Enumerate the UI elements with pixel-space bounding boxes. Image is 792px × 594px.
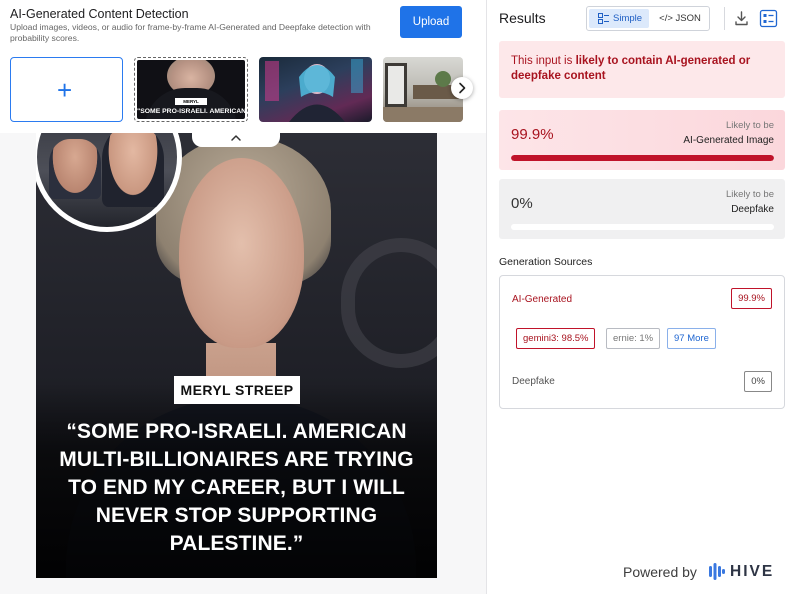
collapse-thumbnails-toggle[interactable]	[192, 130, 280, 147]
ai-generated-score-card: 99.9% Likely to be AI-Generated Image	[499, 110, 785, 170]
ai-generated-label-main: AI-Generated Image	[683, 135, 774, 146]
verdict-prefix: This input is	[511, 55, 576, 67]
verdict-banner: This input is likely to contain AI-gener…	[499, 41, 785, 98]
thumbnail-image: MERYL STREEP "SOME PRO-ISRAELI. AMERICAN	[137, 60, 245, 119]
thumbnail-name-tag: MERYL STREEP	[175, 98, 207, 111]
source-chip-ernie[interactable]: ernie: 1%	[606, 328, 661, 349]
add-media-tile[interactable]: +	[10, 57, 123, 122]
upload-button[interactable]: Upload	[400, 6, 462, 38]
hive-logo-icon	[709, 563, 725, 580]
source-chip-gemini3[interactable]: gemini3: 98.5%	[516, 328, 596, 349]
deepfake-label-main: Deepfake	[731, 204, 774, 215]
chevron-right-icon	[459, 82, 466, 94]
thumbnail-image	[265, 59, 363, 122]
generation-sources-title: Generation Sources	[499, 256, 593, 268]
deepfake-source-badge: 0%	[744, 371, 772, 392]
deepfake-score-card: 0% Likely to be Deepfake	[499, 179, 785, 239]
results-pane: Results Simple </> JSON This input is li…	[488, 0, 792, 594]
view-simple-button[interactable]: Simple	[589, 9, 649, 28]
results-title: Results	[499, 10, 546, 26]
powered-by-text: Powered by	[623, 564, 697, 580]
thumbnail-caption: "SOME PRO-ISRAELI. AMERICAN	[137, 108, 245, 115]
preview-quote-text: “SOME PRO-ISRAELI. AMERICAN MULTI-BILLIO…	[59, 420, 414, 555]
toolbar-divider	[724, 7, 725, 30]
ai-generated-progress-bar	[511, 155, 774, 161]
preview-face-shape	[179, 158, 304, 348]
thumbnail-cyber-portrait[interactable]	[259, 57, 372, 122]
view-mode-toggle: Simple </> JSON	[586, 6, 710, 31]
plus-icon: +	[57, 75, 73, 105]
download-icon	[735, 11, 748, 26]
view-json-button[interactable]: </> JSON	[653, 9, 707, 28]
deepfake-percent: 0%	[511, 195, 533, 212]
more-sources-button[interactable]: 97 More	[667, 328, 716, 349]
report-view-button[interactable]	[759, 9, 778, 28]
preview-name-tag: MERYL STREEP	[174, 376, 300, 404]
preview-inset-photo	[36, 128, 182, 232]
deepfake-source-label: Deepfake	[512, 376, 555, 387]
view-simple-label: Simple	[613, 13, 643, 24]
ai-generated-source-badge: 99.9%	[731, 288, 772, 309]
thumbnail-selected[interactable]: MERYL STREEP "SOME PRO-ISRAELI. AMERICAN	[134, 57, 248, 122]
inset-circle	[36, 128, 182, 232]
thumbnail-next-button[interactable]	[451, 77, 473, 99]
thumbnail-strip: + MERYL STREEP "SOME PRO-ISRAELI. AMERIC…	[10, 57, 480, 123]
inset-person-right	[102, 128, 164, 207]
page-title: AI-Generated Content Detection	[10, 7, 189, 21]
hive-brand-text: HIVE	[730, 563, 775, 580]
chevron-up-icon	[231, 135, 241, 141]
deepfake-progress-bar	[511, 224, 774, 230]
ai-generated-percent: 99.9%	[511, 126, 554, 143]
page-subtitle: Upload images, videos, or audio for fram…	[10, 22, 371, 43]
upload-header: AI-Generated Content Detection Upload im…	[0, 0, 486, 133]
ai-generated-label-top: Likely to be	[725, 120, 774, 131]
inset-person-left	[49, 139, 101, 199]
generation-sources-panel: AI-Generated 99.9% gemini3: 98.5% ernie:…	[499, 275, 785, 409]
list-icon	[598, 13, 609, 24]
media-pane: MERYL STREEP “SOME PRO-ISRAELI. AMERICAN…	[0, 0, 487, 594]
report-icon	[759, 9, 778, 28]
ai-generated-source-label: AI-Generated	[512, 294, 573, 305]
ai-generated-progress-fill	[511, 155, 774, 161]
deepfake-label-top: Likely to be	[725, 189, 774, 200]
download-button[interactable]	[732, 9, 751, 28]
background-backdrop	[341, 238, 437, 368]
